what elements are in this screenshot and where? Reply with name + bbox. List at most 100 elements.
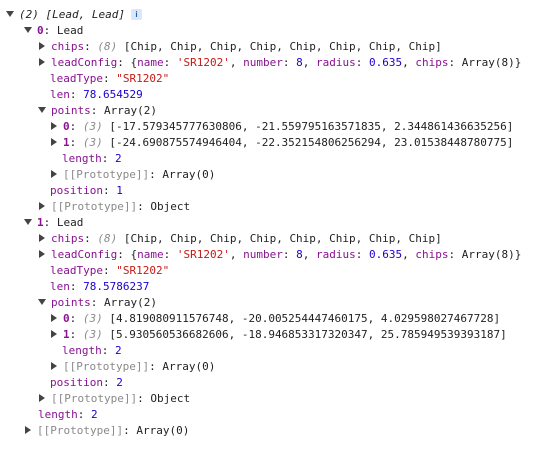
- position-key: position: [50, 376, 103, 389]
- len-value: 78.654529: [83, 88, 143, 101]
- prototype-key: [[Prototype]]: [63, 360, 150, 373]
- lead-1-prototype-row[interactable]: [[Prototype]]: Object: [38, 391, 190, 407]
- lead-1-point-1-row[interactable]: 1: (3) [5.930560536682606, -18.946853317…: [50, 327, 507, 343]
- point-value: [-24.690875574946404, -22.35215480625629…: [109, 136, 514, 149]
- chips-value: [Chip, Chip, Chip, Chip, Chip, Chip, Chi…: [123, 40, 442, 53]
- triangle-right-icon[interactable]: [39, 202, 45, 210]
- point-count: (3): [82, 136, 103, 149]
- point-key: 0: [63, 120, 70, 133]
- lead-1-points-prototype-row[interactable]: [[Prototype]]: Array(0): [50, 359, 215, 375]
- point-count: (3): [82, 328, 103, 341]
- lead-0-position-row: position: 1: [50, 184, 123, 197]
- lc-chips-key: chips: [415, 56, 449, 69]
- point-value: [-17.579345777630806, -21.55979516357183…: [109, 120, 514, 133]
- triangle-right-icon[interactable]: [39, 250, 45, 258]
- lc-number-key: number: [243, 248, 283, 261]
- triangle-right-icon[interactable]: [39, 42, 45, 50]
- lead-1-len-row: len: 78.5786237: [50, 280, 150, 293]
- lead-0-prototype-row[interactable]: [[Prototype]]: Object: [38, 199, 190, 215]
- root-array-row[interactable]: (2) [Lead, Lead] i: [6, 7, 142, 23]
- triangle-right-icon[interactable]: [51, 138, 57, 146]
- lead-1-key: 1: [37, 216, 44, 229]
- triangle-right-icon[interactable]: [25, 426, 31, 434]
- leadtype-key: leadType: [50, 72, 103, 85]
- points-value: Array(2): [104, 104, 157, 117]
- triangle-down-icon[interactable]: [38, 107, 46, 113]
- position-value: 1: [116, 184, 123, 197]
- lead-0-point-1-row[interactable]: 1: (3) [-24.690875574946404, -22.3521548…: [50, 135, 513, 151]
- lead-1-leadconfig-row[interactable]: leadConfig: {name: 'SR1202', number: 8, …: [38, 247, 521, 263]
- triangle-down-icon[interactable]: [24, 219, 32, 225]
- prototype-key: [[Prototype]]: [37, 424, 124, 437]
- root-prototype-row[interactable]: [[Prototype]]: Array(0): [24, 423, 189, 439]
- triangle-right-icon[interactable]: [39, 234, 45, 242]
- length-value: 2: [91, 408, 98, 421]
- triangle-down-icon[interactable]: [24, 27, 32, 33]
- length-key: length: [62, 344, 102, 357]
- chips-count: (8): [97, 232, 118, 245]
- prototype-key: [[Prototype]]: [51, 392, 138, 405]
- lead-0-points-length-row: length: 2: [62, 152, 122, 165]
- triangle-right-icon[interactable]: [51, 122, 57, 130]
- triangle-right-icon[interactable]: [51, 314, 57, 322]
- prototype-key: [[Prototype]]: [51, 200, 138, 213]
- triangle-down-icon[interactable]: [38, 299, 46, 305]
- points-key: points: [51, 296, 91, 309]
- info-icon[interactable]: i: [130, 8, 142, 20]
- root-count: (2): [19, 8, 39, 21]
- point-count: (3): [82, 120, 103, 133]
- length-value: 2: [115, 344, 122, 357]
- point-value: [5.930560536682606, -18.946853317320347,…: [109, 328, 507, 341]
- position-value: 2: [116, 376, 123, 389]
- triangle-down-icon[interactable]: [6, 11, 14, 17]
- lead-0-point-0-row[interactable]: 0: (3) [-17.579345777630806, -21.5597951…: [50, 119, 513, 135]
- chips-key: chips: [51, 40, 85, 53]
- leadtype-value: "SR1202": [116, 264, 170, 277]
- lc-chips-key: chips: [415, 248, 449, 261]
- length-key: length: [38, 408, 78, 421]
- len-key: len: [50, 88, 70, 101]
- lead-0-leadconfig-row[interactable]: leadConfig: {name: 'SR1202', number: 8, …: [38, 55, 521, 71]
- lc-chips-val: Array(8): [461, 248, 515, 261]
- leadtype-key: leadType: [50, 264, 103, 277]
- chips-key: chips: [51, 232, 85, 245]
- triangle-right-icon[interactable]: [51, 170, 57, 178]
- leadconfig-key: leadConfig: [51, 56, 118, 69]
- lead-1-points-length-row: length: 2: [62, 344, 122, 357]
- points-key: points: [51, 104, 91, 117]
- chips-count: (8): [97, 40, 118, 53]
- brace-close: }: [514, 56, 522, 69]
- prototype-value: Object: [150, 392, 191, 405]
- triangle-right-icon[interactable]: [51, 330, 57, 338]
- lc-number-val: 8: [296, 56, 303, 69]
- prototype-value: Array(0): [162, 360, 216, 373]
- point-key: 1: [63, 136, 70, 149]
- triangle-right-icon[interactable]: [39, 394, 45, 402]
- root-length-row: length: 2: [38, 408, 98, 421]
- lc-radius-key: radius: [315, 248, 356, 261]
- lead-1-chips-row[interactable]: chips: (8) [Chip, Chip, Chip, Chip, Chip…: [38, 231, 442, 247]
- lead-0-points-prototype-row[interactable]: [[Prototype]]: Array(0): [50, 167, 215, 183]
- leadtype-value: "SR1202": [116, 72, 170, 85]
- lead-0-points-row[interactable]: points: Array(2): [38, 103, 157, 119]
- triangle-right-icon[interactable]: [51, 362, 57, 370]
- lc-radius-val: 0.635: [368, 56, 403, 69]
- lc-number-val: 8: [296, 248, 303, 261]
- lead-1-point-0-row[interactable]: 0: (3) [4.819080911576748, -20.005254447…: [50, 311, 500, 327]
- brace-close: }: [514, 248, 522, 261]
- lead-1-row[interactable]: 1: Lead: [24, 215, 83, 231]
- lc-number-key: number: [243, 56, 283, 69]
- lead-0-leadtype-row: leadType: "SR1202": [50, 72, 170, 85]
- lead-0-row[interactable]: 0: Lead: [24, 23, 83, 39]
- console-object-tree: (2) [Lead, Lead] i 0: Lead chips: (8) [Ch…: [0, 0, 560, 450]
- lead-0-chips-row[interactable]: chips: (8) [Chip, Chip, Chip, Chip, Chip…: [38, 39, 442, 55]
- lead-0-key: 0: [37, 24, 44, 37]
- lead-1-leadtype-row: leadType: "SR1202": [50, 264, 170, 277]
- triangle-right-icon[interactable]: [39, 58, 45, 66]
- lead-0-type: Lead: [56, 24, 84, 37]
- chips-value: [Chip, Chip, Chip, Chip, Chip, Chip, Chi…: [123, 232, 442, 245]
- point-key: 1: [63, 328, 70, 341]
- lc-chips-val: Array(8): [461, 56, 515, 69]
- lc-name-key: name: [137, 248, 164, 261]
- lead-1-points-row[interactable]: points: Array(2): [38, 295, 157, 311]
